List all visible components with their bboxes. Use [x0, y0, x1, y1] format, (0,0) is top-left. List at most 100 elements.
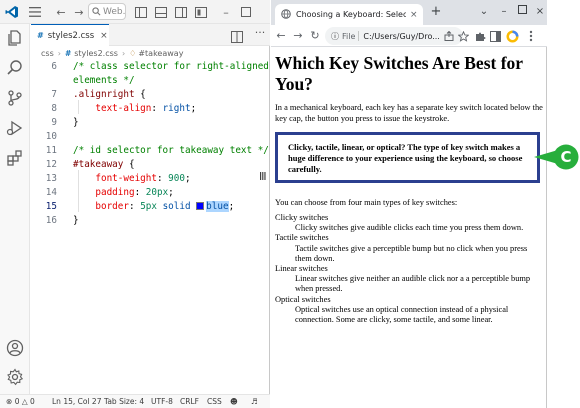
line-number: 15 [45, 201, 57, 212]
intro-paragraph: In a mechanical keyboard, each key has a… [275, 103, 543, 123]
command-center-search[interactable]: Web... [88, 3, 126, 20]
code-token: .alignright [73, 89, 135, 100]
browser-tab-strip: Choosing a Keyboard: Select Su × + ⌄ – × [271, 0, 547, 25]
vscode-logo-icon [4, 4, 20, 20]
color-swatch-icon[interactable] [196, 202, 205, 210]
code-line[interactable]: 16} [31, 214, 270, 228]
reload-icon[interactable]: ↻ [307, 28, 323, 44]
info-icon: ⓘ [331, 31, 339, 41]
tab-styles2-css[interactable]: # styles2.css × [31, 24, 109, 46]
background-edge [547, 0, 580, 408]
page-heading: Which Key Switches Are Best for You? [275, 53, 523, 94]
search-icon[interactable] [5, 58, 25, 78]
extensions-icon[interactable] [5, 148, 25, 168]
encoding[interactable]: UTF-8 [151, 397, 173, 406]
split-editor-icon[interactable] [231, 28, 245, 43]
code-token: } [73, 117, 79, 128]
code-text: } [73, 214, 79, 228]
breadcrumb-folder[interactable]: css [41, 49, 54, 58]
takeaway-box: Clicky, tactile, linear, or optical? The… [275, 132, 540, 183]
callout-c-marker: C [530, 143, 580, 171]
extensions-puzzle-icon[interactable] [472, 28, 488, 44]
bookmark-star-icon[interactable] [455, 28, 471, 44]
code-token: : [156, 173, 169, 184]
close-tab-icon[interactable]: × [100, 31, 108, 41]
code-line[interactable]: 13 font-weight: 900; [31, 172, 270, 186]
customize-layout-icon[interactable] [195, 4, 207, 20]
browser-tab[interactable]: Choosing a Keyboard: Select Su × [275, 4, 423, 25]
maximize-icon[interactable] [240, 4, 252, 20]
forward-arrow-icon[interactable]: → [290, 28, 306, 44]
line-ending[interactable]: CRLF [180, 397, 199, 406]
code-line[interactable]: 11 /* id selector for takeaway text */ [31, 144, 270, 158]
notifications-bell-icon[interactable]: ♬ [251, 397, 258, 406]
more-menu-icon[interactable] [523, 28, 539, 44]
address-divider [358, 31, 360, 41]
code-token: { [123, 159, 135, 170]
switch-types-list: Clicky switches Clicky switches give audi… [275, 213, 543, 325]
more-actions-icon[interactable]: ··· [253, 26, 267, 40]
code-line[interactable]: 10 [31, 130, 270, 144]
close-window-icon[interactable]: × [533, 5, 547, 19]
maximize-icon[interactable] [515, 5, 529, 19]
code-line[interactable]: 12 #takeaway { [31, 158, 270, 172]
breadcrumb-file[interactable]: styles2.css [74, 49, 118, 58]
close-tab-icon[interactable]: × [410, 10, 418, 20]
problems-indicator[interactable]: ⊗ 0 △ 0 [6, 397, 35, 406]
profile-avatar-icon[interactable] [504, 28, 520, 44]
editor-tabs: # styles2.css × ··· [31, 24, 270, 46]
tab-label: styles2.css [47, 30, 95, 41]
menu-icon[interactable] [27, 4, 43, 20]
toggle-secondary-sidebar-icon[interactable] [175, 4, 187, 20]
back-arrow-icon[interactable]: ← [54, 4, 68, 20]
chevron-right-icon: › [57, 48, 61, 58]
code-line[interactable]: 7 .alignright { [31, 88, 270, 102]
code-line[interactable]: 6 /* class selector for right-aligned [31, 60, 270, 74]
code-token: ; [190, 103, 197, 114]
code-token: #takeaway [73, 159, 124, 170]
run-debug-icon[interactable] [5, 118, 25, 138]
code-text: .alignright { [73, 88, 146, 102]
settings-gear-icon[interactable] [5, 367, 25, 387]
code-line[interactable]: 9} [31, 116, 270, 130]
cursor-position[interactable]: Ln 15, Col 27 [52, 397, 101, 406]
code-text: padding: 20px; [73, 186, 174, 200]
code-token: 20px [145, 187, 169, 198]
account-icon[interactable] [5, 338, 25, 358]
warning-count: 0 [30, 397, 35, 406]
search-icon [92, 7, 101, 16]
feedback-icon[interactable]: ☻ [230, 397, 238, 406]
switch-term: Linear switches [275, 264, 328, 274]
back-arrow-icon[interactable]: ← [273, 28, 289, 44]
toggle-sidebar-icon[interactable] [135, 4, 147, 20]
chevron-down-icon[interactable]: ⌄ [477, 5, 491, 19]
warning-icon: △ [21, 397, 28, 406]
code-line[interactable]: elements */ [31, 74, 270, 88]
code-token: ; [168, 187, 174, 198]
explorer-icon[interactable] [5, 28, 25, 48]
new-tab-icon[interactable]: + [429, 5, 443, 19]
search-placeholder: Web... [103, 6, 126, 17]
code-token: /* class selector for right-aligned [73, 61, 269, 72]
code-token: /* id selector for takeaway text */ [73, 145, 269, 156]
minimize-icon[interactable]: – [497, 5, 511, 19]
chevron-right-icon: › [121, 48, 126, 58]
tab-size[interactable]: Tab Size: 4 [104, 397, 144, 406]
code-line[interactable]: 8 text-align: right; [31, 102, 270, 116]
source-control-icon[interactable] [5, 88, 25, 108]
switch-description: Clicky switches give audible clicks each… [295, 223, 524, 233]
breadcrumb-symbol[interactable]: #takeaway [138, 49, 183, 58]
language-mode[interactable]: CSS [207, 397, 222, 406]
minimize-icon[interactable]: – [220, 4, 232, 20]
code-line[interactable]: 14 padding: 20px; [31, 186, 270, 200]
line-number: 6 [51, 61, 57, 72]
forward-arrow-icon[interactable]: → [72, 4, 86, 20]
switch-description: Tactile switches give a perceptible bump… [295, 243, 528, 263]
side-panel-icon[interactable] [487, 28, 503, 44]
css-file-icon: # [64, 48, 72, 58]
vscode-window: ← → Web... – [0, 0, 270, 408]
switch-types-intro: You can choose from four main types of k… [275, 198, 458, 207]
toggle-panel-icon[interactable] [155, 4, 167, 20]
code-line[interactable]: 15 border: 5px solid blue; [31, 200, 270, 214]
code-editor[interactable]: 6 /* class selector for right-aligned elem… [31, 60, 270, 364]
